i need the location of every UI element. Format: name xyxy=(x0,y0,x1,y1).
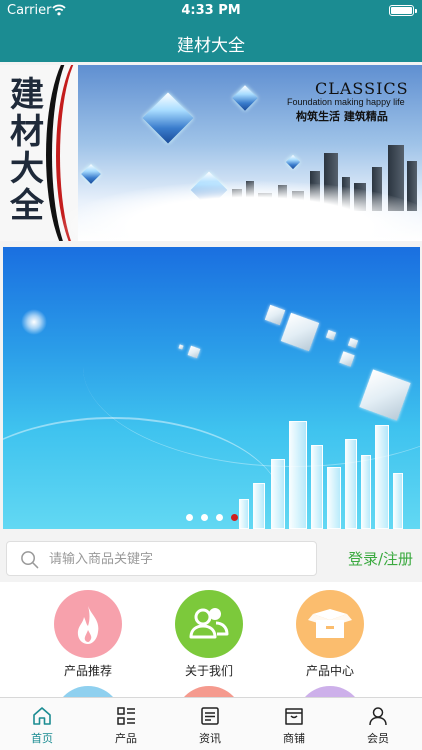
search-icon xyxy=(21,551,39,569)
tab-label: 商铺 xyxy=(283,732,305,745)
home-icon xyxy=(33,707,51,725)
carousel-dot[interactable] xyxy=(231,514,238,521)
tab-label: 资讯 xyxy=(199,732,221,745)
tab-shop[interactable]: 商铺 xyxy=(252,698,336,750)
search-input[interactable] xyxy=(49,548,309,570)
top-banner[interactable]: 建材大全 CLASSICS Foundation making happy li… xyxy=(0,65,422,241)
shop-icon xyxy=(285,708,303,725)
status-time: 4:33 PM xyxy=(181,3,241,18)
tab-news[interactable]: 资讯 xyxy=(168,698,252,750)
box-icon xyxy=(308,609,352,638)
category-item-about[interactable]: 关于我们 xyxy=(149,590,269,679)
tab-member[interactable]: 会员 xyxy=(336,698,420,750)
category-item-recommend[interactable]: 产品推荐 xyxy=(28,590,148,679)
category-label: 产品推荐 xyxy=(63,664,112,678)
app-screen: Carrier 4:33 PM 建材大全 建材大全 CLASSICS Found… xyxy=(0,0,422,750)
search-box[interactable] xyxy=(6,541,317,576)
status-bar: Carrier 4:33 PM xyxy=(0,0,422,22)
list-icon xyxy=(117,707,135,725)
diamond-shape xyxy=(142,92,194,144)
user-icon xyxy=(369,707,387,726)
header-bar: Carrier 4:33 PM 建材大全 xyxy=(0,0,422,62)
carousel-dots[interactable] xyxy=(186,514,238,522)
category-circle xyxy=(296,590,364,658)
diamond-shape xyxy=(232,85,258,111)
category-item-products[interactable]: 产品中心 xyxy=(270,590,390,679)
category-label: 关于我们 xyxy=(184,664,233,678)
banner-vertical-title: 建材大全 xyxy=(10,75,44,226)
battery-icon xyxy=(389,5,417,16)
news-icon xyxy=(201,707,219,725)
carousel-dot[interactable] xyxy=(216,514,223,521)
page-title: 建材大全 xyxy=(177,36,245,56)
category-label: 产品中心 xyxy=(305,664,354,678)
flame-icon xyxy=(77,606,99,644)
banner-tagline-cn: 构筑生活 建筑精品 xyxy=(296,110,388,123)
lens-flare xyxy=(21,309,47,335)
banner-headline: CLASSICS xyxy=(315,79,409,98)
tab-label: 首页 xyxy=(31,732,53,745)
tab-bar: 首页 产品 资讯 商铺 会员 xyxy=(0,697,422,750)
carousel-dot[interactable] xyxy=(186,514,193,521)
people-icon xyxy=(189,608,229,639)
carousel-dot[interactable] xyxy=(201,514,208,521)
category-circle xyxy=(54,590,122,658)
category-grid: 产品推荐 关于我们 产品中心 xyxy=(0,582,422,702)
login-register-link[interactable]: 登录/注册 xyxy=(348,548,413,569)
tab-home[interactable]: 首页 xyxy=(0,698,84,750)
tab-label: 会员 xyxy=(367,732,389,745)
tab-label: 产品 xyxy=(115,732,137,745)
category-circle xyxy=(175,590,243,658)
tab-products[interactable]: 产品 xyxy=(84,698,168,750)
carousel-banner[interactable] xyxy=(3,247,420,529)
banner-city xyxy=(233,409,413,529)
search-row: 登录/注册 xyxy=(0,535,422,580)
banner-tagline-en: Foundation making happy life xyxy=(287,97,405,107)
